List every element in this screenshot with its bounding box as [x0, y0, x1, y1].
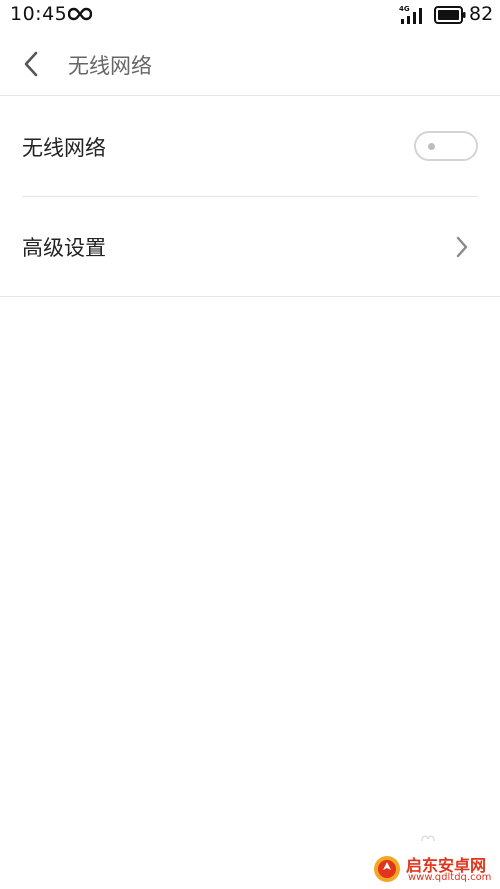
back-button[interactable] [14, 46, 50, 82]
watermark-url: www.qdltdq.com [408, 872, 492, 883]
status-bar: 10:45 4G 82 [0, 0, 500, 32]
wifi-row[interactable]: 无线网络 [22, 97, 478, 197]
watermark: 启东安卓网 www.qdltdq.com [372, 848, 500, 889]
advanced-settings-row[interactable]: 高级设置 [0, 197, 500, 297]
chevron-left-icon [24, 51, 38, 77]
advanced-settings-label: 高级设置 [22, 236, 106, 260]
status-time: 10:45 [10, 3, 68, 25]
home-hint-icon [421, 835, 435, 842]
wifi-toggle[interactable] [414, 131, 478, 161]
settings-list: 无线网络 高级设置 [0, 97, 500, 297]
header: 无线网络 [0, 32, 500, 96]
chevron-right-icon [456, 236, 468, 258]
wifi-label: 无线网络 [22, 136, 106, 160]
infinity-icon [68, 7, 92, 21]
watermark-logo-icon [374, 856, 400, 882]
page-title: 无线网络 [68, 54, 152, 78]
toggle-knob [428, 143, 435, 150]
battery-icon [434, 6, 466, 24]
battery-level: 82 [469, 3, 494, 25]
signal-icon [401, 8, 422, 24]
